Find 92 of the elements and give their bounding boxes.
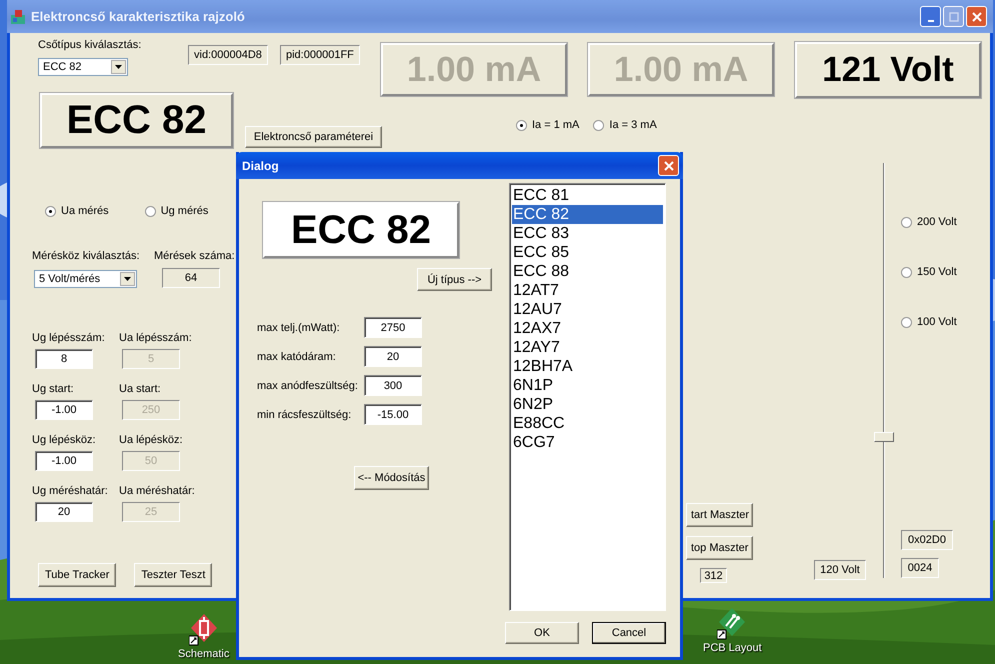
input-field[interactable]: 20: [364, 346, 422, 367]
count-label: Mérések száma:: [154, 250, 235, 262]
caret-icon: [124, 277, 131, 281]
app-icon: [10, 8, 26, 24]
icon-label: Schematic: [178, 648, 230, 660]
radio-label: 200 Volt: [917, 216, 957, 228]
radio-label: 100 Volt: [917, 316, 957, 328]
window-title: Elektroncső karakterisztika rajzoló: [31, 9, 245, 24]
list-item[interactable]: ECC 82: [512, 205, 663, 224]
maximize-icon: [948, 12, 958, 22]
radio-button[interactable]: [516, 120, 527, 130]
modify-button[interactable]: <-- Módosítás: [354, 466, 429, 490]
close-button[interactable]: [966, 6, 987, 27]
tube-name-display: ECC 82: [263, 202, 459, 258]
slider-thumb[interactable]: [874, 432, 894, 442]
field-label: Ug start:: [32, 383, 75, 395]
list-item[interactable]: 12AY7: [512, 338, 663, 357]
list-item[interactable]: E88CC: [512, 414, 663, 433]
field-label: Ua lépésköz:: [119, 434, 184, 446]
list-item[interactable]: 6N2P: [512, 395, 663, 414]
caret-icon: [115, 65, 122, 69]
radio-button[interactable]: [593, 120, 604, 130]
input-field[interactable]: 8: [35, 349, 93, 369]
field-label: Ua méréshatár:: [119, 485, 196, 497]
radio-label: Ua mérés: [61, 205, 109, 217]
field-label: Ug lépésszám:: [32, 332, 106, 344]
tube-parameters-button[interactable]: Elektroncső paraméterei: [245, 126, 382, 148]
list-item[interactable]: 12AT7: [512, 281, 663, 300]
input-field[interactable]: -15.00: [364, 404, 422, 425]
close-icon: [664, 160, 674, 170]
dialog-button[interactable]: Cancel: [592, 622, 666, 644]
input-field[interactable]: -1.00: [35, 451, 93, 471]
list-item[interactable]: 12AU7: [512, 300, 663, 319]
dialog-title: Dialog: [242, 158, 279, 172]
list-item[interactable]: 12BH7A: [512, 357, 663, 376]
list-item[interactable]: 6CG7: [512, 433, 663, 452]
field-label: Ua lépésszám:: [119, 332, 193, 344]
input-field[interactable]: 20: [35, 502, 93, 522]
radio-button[interactable]: [901, 266, 912, 278]
dialog-button[interactable]: OK: [505, 622, 579, 644]
list-item[interactable]: ECC 88: [512, 262, 663, 281]
field-label: Ug lépésköz:: [32, 434, 97, 446]
radio-button[interactable]: [901, 216, 912, 228]
input-field[interactable]: -1.00: [35, 400, 93, 420]
icon-label: PCB Layout: [703, 642, 762, 654]
tube-name-display: ECC 82: [40, 93, 233, 148]
step-select-label: Mérésköz kiválasztás:: [32, 250, 140, 262]
value-display: 121 Volt: [795, 42, 981, 98]
input-field[interactable]: 300: [364, 375, 422, 396]
radio-button[interactable]: [45, 206, 56, 216]
field-label: Ug méréshatár:: [32, 485, 109, 497]
minimize-button[interactable]: [920, 6, 941, 27]
field-label: min rácsfeszültség:: [257, 408, 352, 420]
new-type-button[interactable]: Új típus -->: [417, 268, 492, 291]
list-item[interactable]: 12AX7: [512, 319, 663, 338]
step-dropdown[interactable]: 5 Volt/mérés: [34, 270, 137, 288]
vendor-id-readout: vid:000004D8: [188, 45, 268, 65]
maximize-button[interactable]: [943, 6, 964, 27]
circuit-board-icon[interactable]: [717, 606, 748, 640]
list-item[interactable]: ECC 83: [512, 224, 663, 243]
tube-type-dropdown[interactable]: ECC 82: [38, 58, 128, 76]
close-icon: [972, 12, 982, 22]
counter-readout: 312: [700, 568, 727, 583]
minimize-icon: [928, 20, 934, 22]
tube-type-label: Csőtípus kiválasztás:: [38, 39, 142, 51]
radio-label: 150 Volt: [917, 266, 957, 278]
field-label: max telj.(mWatt):: [257, 322, 341, 334]
field-label: max anódfeszültség:: [257, 380, 359, 392]
field-label: max katódáram:: [257, 350, 337, 362]
product-id-readout: pid:000001FF: [280, 45, 360, 65]
action-button[interactable]: Teszter Teszt: [134, 563, 212, 587]
voltage-readout: 120 Volt: [814, 560, 866, 580]
radio-button[interactable]: [901, 316, 912, 328]
list-item[interactable]: ECC 85: [512, 243, 663, 262]
list-item[interactable]: ECC 81: [512, 186, 663, 205]
schematic-icon[interactable]: [188, 612, 219, 646]
hex-readout: 0x02D0: [901, 530, 953, 550]
radio-label: Ug mérés: [160, 205, 208, 217]
field-label: Ua start:: [119, 383, 162, 395]
action-button[interactable]: Tube Tracker: [38, 563, 116, 587]
count-readout: 64: [162, 268, 220, 288]
input-field[interactable]: 2750: [364, 317, 422, 338]
start-master-button[interactable]: tart Maszter: [686, 503, 753, 527]
list-item[interactable]: 6N1P: [512, 376, 663, 395]
value-display: 1.00 mA: [381, 43, 567, 96]
stop-master-button[interactable]: top Maszter: [686, 536, 753, 560]
radio-button[interactable]: [144, 206, 156, 216]
radio-label: Ia = 1 mA: [532, 119, 580, 131]
value-display: 1.00 mA: [588, 43, 774, 96]
hex-readout: 0024: [901, 558, 939, 578]
close-button[interactable]: [658, 155, 679, 176]
radio-label: Ia = 3 mA: [609, 119, 657, 131]
